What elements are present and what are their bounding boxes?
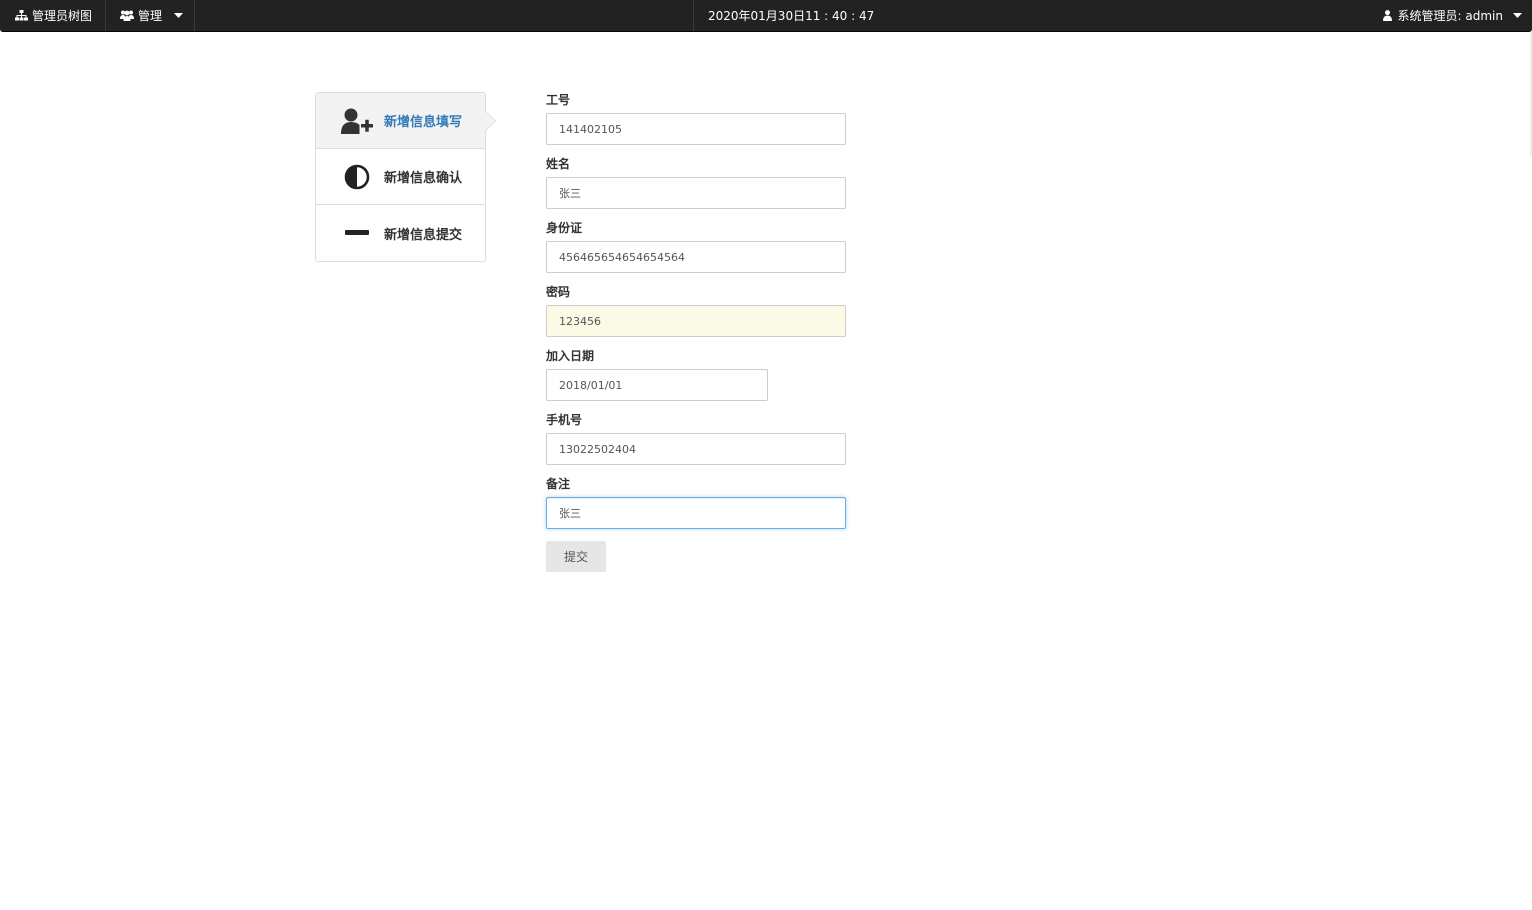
name-label: 姓名 [546,157,571,171]
top-navbar: 管理员树图 管理 2020年01月30日11 : 40 : 47 系统管理员: … [0,0,1532,32]
steps-panel: 新增信息填写 新增信息确认 新增信息提交 [315,92,486,262]
id-card-label: 身份证 [546,221,583,235]
new-info-form: 工号 姓名 身份证 密码 加入日期 手机号 备注 提交 [546,92,846,572]
step-label: 新增信息确认 [384,171,463,186]
remark-label: 备注 [546,477,571,491]
submit-button[interactable]: 提交 [546,541,606,572]
clock-display: 2020年01月30日11 : 40 : 47 [708,9,875,23]
join-date-label: 加入日期 [546,349,595,363]
step-fill-info[interactable]: 新增信息填写 [316,93,485,149]
step-label: 新增信息填写 [384,115,463,130]
join-date-input[interactable] [546,369,768,401]
password-group: 密码 [546,284,846,337]
phone-group: 手机号 [546,412,846,465]
users-icon [120,10,134,21]
adjust-icon [339,164,375,190]
minus-icon [339,230,375,236]
employee-id-label: 工号 [546,93,571,107]
admin-tree-label: 管理员树图 [32,9,93,23]
navbar-divider [693,0,694,31]
name-input[interactable] [546,177,846,209]
user-label: 系统管理员: admin [1397,9,1503,23]
remark-group: 备注 [546,476,846,529]
user-menu-dropdown[interactable]: 系统管理员: admin [1382,0,1532,31]
step-submit-info[interactable]: 新增信息提交 [316,205,485,261]
sitemap-icon [15,10,28,21]
id-card-input[interactable] [546,241,846,273]
navbar-divider [194,0,195,31]
step-confirm-info[interactable]: 新增信息确认 [316,149,485,205]
user-plus-icon [339,108,375,134]
password-label: 密码 [546,285,571,299]
caret-down-icon [174,13,184,18]
remark-input[interactable] [546,497,846,529]
employee-id-input[interactable] [546,113,846,145]
phone-label: 手机号 [546,413,583,427]
password-input[interactable] [546,305,846,337]
employee-id-group: 工号 [546,92,846,145]
manage-label: 管理 [138,9,163,23]
admin-tree-link[interactable]: 管理员树图 [15,0,92,31]
id-card-group: 身份证 [546,220,846,273]
phone-input[interactable] [546,433,846,465]
navbar-divider [105,0,106,31]
name-group: 姓名 [546,156,846,209]
join-date-group: 加入日期 [546,348,846,401]
user-icon [1382,10,1392,21]
manage-dropdown[interactable]: 管理 [120,0,184,31]
step-label: 新增信息提交 [384,227,463,243]
caret-down-icon [1513,13,1522,18]
